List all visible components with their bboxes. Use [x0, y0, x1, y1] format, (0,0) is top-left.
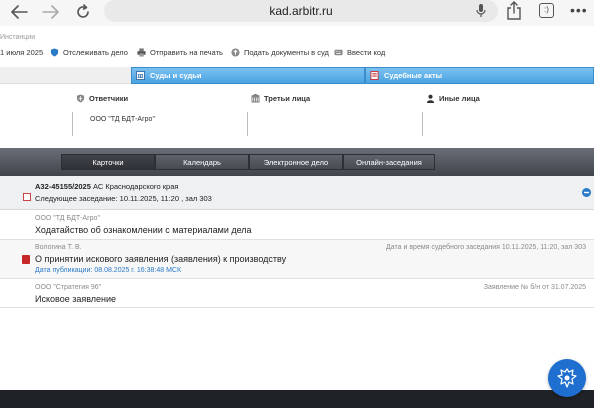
tab-cards[interactable]: Карточки	[61, 154, 155, 170]
entry-statement-info: Заявление № б/н от 31.07.2025	[483, 284, 586, 291]
courts-section-header[interactable]: Суды и судьи	[131, 67, 365, 84]
print-button[interactable]: Отправить на печать	[137, 48, 223, 57]
third-parties-column	[247, 112, 248, 136]
bottom-bar	[0, 390, 594, 408]
courthouse-icon	[136, 71, 145, 80]
microphone-icon[interactable]	[476, 3, 486, 23]
url-text: kad.arbitr.ru	[269, 4, 333, 18]
emblem-button[interactable]	[548, 359, 586, 397]
case-court: АС Краснодарского края	[92, 182, 179, 191]
list-item[interactable]: Вологина Т. В. Дата и время судебного за…	[0, 240, 594, 279]
publication-date-link[interactable]: Дата публикации: 08.08.2025 г. 16:38:48 …	[35, 267, 181, 274]
entry-author: Вологина Т. В.	[35, 244, 82, 251]
eagle-emblem-icon	[557, 368, 577, 388]
tabs-button[interactable]: :)	[539, 3, 554, 18]
address-bar[interactable]: kad.arbitr.ru	[104, 0, 498, 22]
person-icon	[426, 94, 435, 103]
respondents-column	[72, 112, 73, 136]
tab-online-sessions[interactable]: Онлайн-заседания	[343, 154, 435, 170]
case-number: А32-45155/2025	[35, 182, 91, 191]
case-title: А32-45155/2025 АС Краснодарского края	[35, 182, 178, 191]
date-label: 1 июля 2025	[0, 48, 44, 57]
instances-label: Инстанции	[0, 34, 36, 41]
calendar-icon	[23, 193, 31, 201]
entry-author: ООО "Стратегия 96"	[35, 284, 102, 291]
entry-title[interactable]: О принятии искового заявления (заявления…	[35, 254, 286, 264]
back-arrow-icon	[11, 5, 28, 19]
tab-electronic-case[interactable]: Электронное дело	[249, 154, 343, 170]
collapse-button[interactable]	[582, 188, 591, 197]
forward-arrow-icon	[42, 5, 59, 19]
next-hearing: Следующее заседание: 10.11.2025, 11:20 ,…	[35, 194, 212, 203]
section-stub	[0, 67, 131, 84]
reload-button[interactable]	[72, 2, 94, 22]
acts-section-label: Судебные акты	[384, 71, 443, 80]
pdf-icon[interactable]	[22, 255, 30, 264]
upload-circle-icon	[231, 48, 240, 57]
track-case-button[interactable]: Отслеживать дело	[50, 48, 128, 57]
others-header: Иные лица	[426, 94, 480, 103]
keyboard-icon	[334, 49, 343, 56]
printer-icon	[137, 48, 146, 57]
entry-title[interactable]: Исковое заявление	[35, 294, 116, 304]
courts-section-label: Суды и судьи	[150, 71, 202, 80]
tab-calendar[interactable]: Календарь	[155, 154, 249, 170]
reload-icon	[77, 4, 89, 18]
list-item[interactable]: ООО "ТД БДТ-Агро" Ходатайство об ознаком…	[0, 210, 594, 240]
enter-code-button[interactable]: Ввести код	[334, 48, 385, 57]
more-menu-icon[interactable]: •••	[570, 2, 588, 18]
entry-hearing-info: Дата и время судебного заседания 10.11.2…	[386, 244, 586, 251]
entry-author: ООО "ТД БДТ-Агро"	[35, 215, 100, 222]
third-parties-header: Третьи лица	[251, 94, 310, 103]
share-icon[interactable]	[506, 1, 522, 25]
browser-toolbar: kad.arbitr.ru :) •••	[0, 0, 594, 26]
document-icon	[370, 71, 379, 80]
respondents-header: Ответчики	[76, 94, 128, 103]
forward-button[interactable]	[40, 2, 62, 22]
case-toolbar: 1 июля 2025 Отслеживать дело Отправить н…	[0, 46, 594, 60]
shield-icon	[50, 48, 59, 57]
acts-section-header[interactable]: Судебные акты	[365, 67, 594, 84]
respondent-link[interactable]: ООО "ТД БДТ-Агро"	[90, 116, 155, 123]
others-column	[422, 112, 423, 136]
back-button[interactable]	[8, 2, 30, 22]
entry-title[interactable]: Ходатайство об ознакомлении с материалам…	[35, 225, 252, 235]
shield-badge-icon	[76, 94, 85, 103]
submit-documents-button[interactable]: Подать документы в суд	[231, 48, 329, 57]
list-item[interactable]: ООО "Стратегия 96" Заявление № б/н от 31…	[0, 279, 594, 308]
building-icon	[251, 94, 260, 103]
minus-icon	[584, 191, 589, 194]
